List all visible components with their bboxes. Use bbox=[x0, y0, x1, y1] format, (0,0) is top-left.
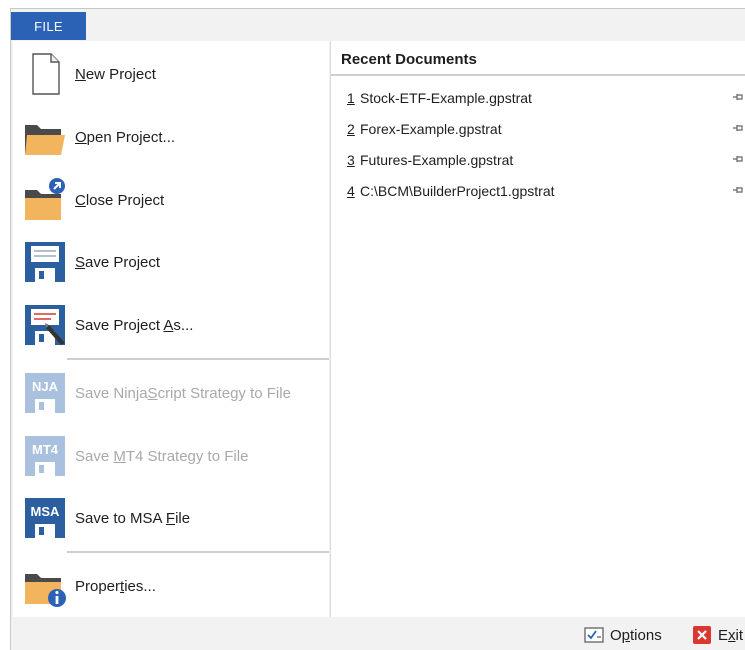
pin-icon[interactable] bbox=[731, 152, 745, 166]
file-backstage: FILE New Project Open Project... Close P… bbox=[10, 8, 745, 650]
recent-document-name: Stock-ETF-Example.gpstrat bbox=[360, 90, 532, 106]
save-mt4-label: Save MT4 Strategy to File bbox=[75, 447, 249, 465]
menu-separator bbox=[67, 551, 329, 553]
exit-icon bbox=[692, 625, 712, 645]
msa-disk-icon: MSA bbox=[21, 494, 69, 542]
close-project-button[interactable]: Close Project bbox=[21, 175, 321, 225]
floppy-disk-icon bbox=[21, 238, 69, 286]
recent-document-number: 2 bbox=[347, 121, 355, 137]
mt4-badge: MT4 bbox=[32, 442, 59, 457]
new-project-button[interactable]: New Project bbox=[21, 49, 321, 99]
nja-disk-icon: NJA bbox=[21, 369, 69, 417]
options-icon bbox=[584, 625, 604, 645]
recent-documents-panel: Recent Documents 1 Stock-ETF-Example.gps… bbox=[330, 41, 745, 617]
save-ninjascript-label: Save NinjaScript Strategy to File bbox=[75, 384, 291, 402]
recent-document-item[interactable]: 3 Futures-Example.gpstrat bbox=[331, 149, 745, 173]
pin-icon[interactable] bbox=[731, 90, 745, 104]
close-project-label: Close Project bbox=[75, 191, 165, 209]
nja-badge: NJA bbox=[32, 379, 59, 394]
save-project-label: Save Project bbox=[75, 253, 161, 271]
recent-document-item[interactable]: 1 Stock-ETF-Example.gpstrat bbox=[331, 87, 745, 111]
open-folder-icon bbox=[21, 113, 69, 161]
recent-document-item[interactable]: 4 C:\BCM\BuilderProject1.gpstrat bbox=[331, 180, 745, 204]
folder-info-icon bbox=[21, 562, 69, 610]
save-project-as-button[interactable]: Save Project As... bbox=[21, 300, 321, 350]
options-label: Options bbox=[610, 626, 662, 644]
exit-button[interactable]: Exit bbox=[692, 623, 743, 647]
options-button[interactable]: Options bbox=[584, 623, 662, 647]
properties-label: Properties... bbox=[75, 577, 156, 595]
save-project-button[interactable]: Save Project bbox=[21, 237, 321, 287]
file-menu: New Project Open Project... Close Projec… bbox=[13, 41, 329, 617]
recent-document-number: 4 bbox=[347, 183, 355, 199]
recent-document-number: 3 bbox=[347, 152, 355, 168]
recent-document-name: C:\BCM\BuilderProject1.gpstrat bbox=[360, 183, 555, 199]
open-project-button[interactable]: Open Project... bbox=[21, 112, 321, 162]
recent-document-name: Futures-Example.gpstrat bbox=[360, 152, 514, 168]
close-folder-icon bbox=[21, 176, 69, 224]
exit-label: Exit bbox=[718, 626, 744, 644]
recent-document-name: Forex-Example.gpstrat bbox=[360, 121, 502, 137]
properties-button[interactable]: Properties... bbox=[21, 561, 321, 611]
file-tab[interactable]: FILE bbox=[11, 12, 86, 40]
save-msa-button[interactable]: MSA Save to MSA File bbox=[21, 493, 321, 543]
recent-document-item[interactable]: 2 Forex-Example.gpstrat bbox=[331, 118, 745, 142]
mt4-disk-icon: MT4 bbox=[21, 432, 69, 480]
pin-icon[interactable] bbox=[731, 183, 745, 197]
save-mt4-button[interactable]: MT4 Save MT4 Strategy to File bbox=[21, 431, 321, 481]
recent-document-number: 1 bbox=[347, 90, 355, 106]
new-project-label: New Project bbox=[75, 65, 156, 83]
open-project-label: Open Project... bbox=[75, 128, 176, 146]
save-project-as-label: Save Project As... bbox=[75, 316, 194, 334]
recent-documents-title: Recent Documents bbox=[341, 51, 477, 68]
msa-badge: MSA bbox=[31, 504, 61, 519]
pin-icon[interactable] bbox=[731, 121, 745, 135]
new-document-icon bbox=[21, 50, 69, 98]
save-msa-label: Save to MSA File bbox=[75, 509, 191, 527]
menu-separator bbox=[67, 358, 329, 360]
file-tab-label: FILE bbox=[34, 18, 63, 34]
save-ninjascript-button[interactable]: NJA Save NinjaScript Strategy to File bbox=[21, 368, 321, 418]
save-as-icon bbox=[21, 301, 69, 349]
recent-documents-divider bbox=[331, 74, 745, 76]
